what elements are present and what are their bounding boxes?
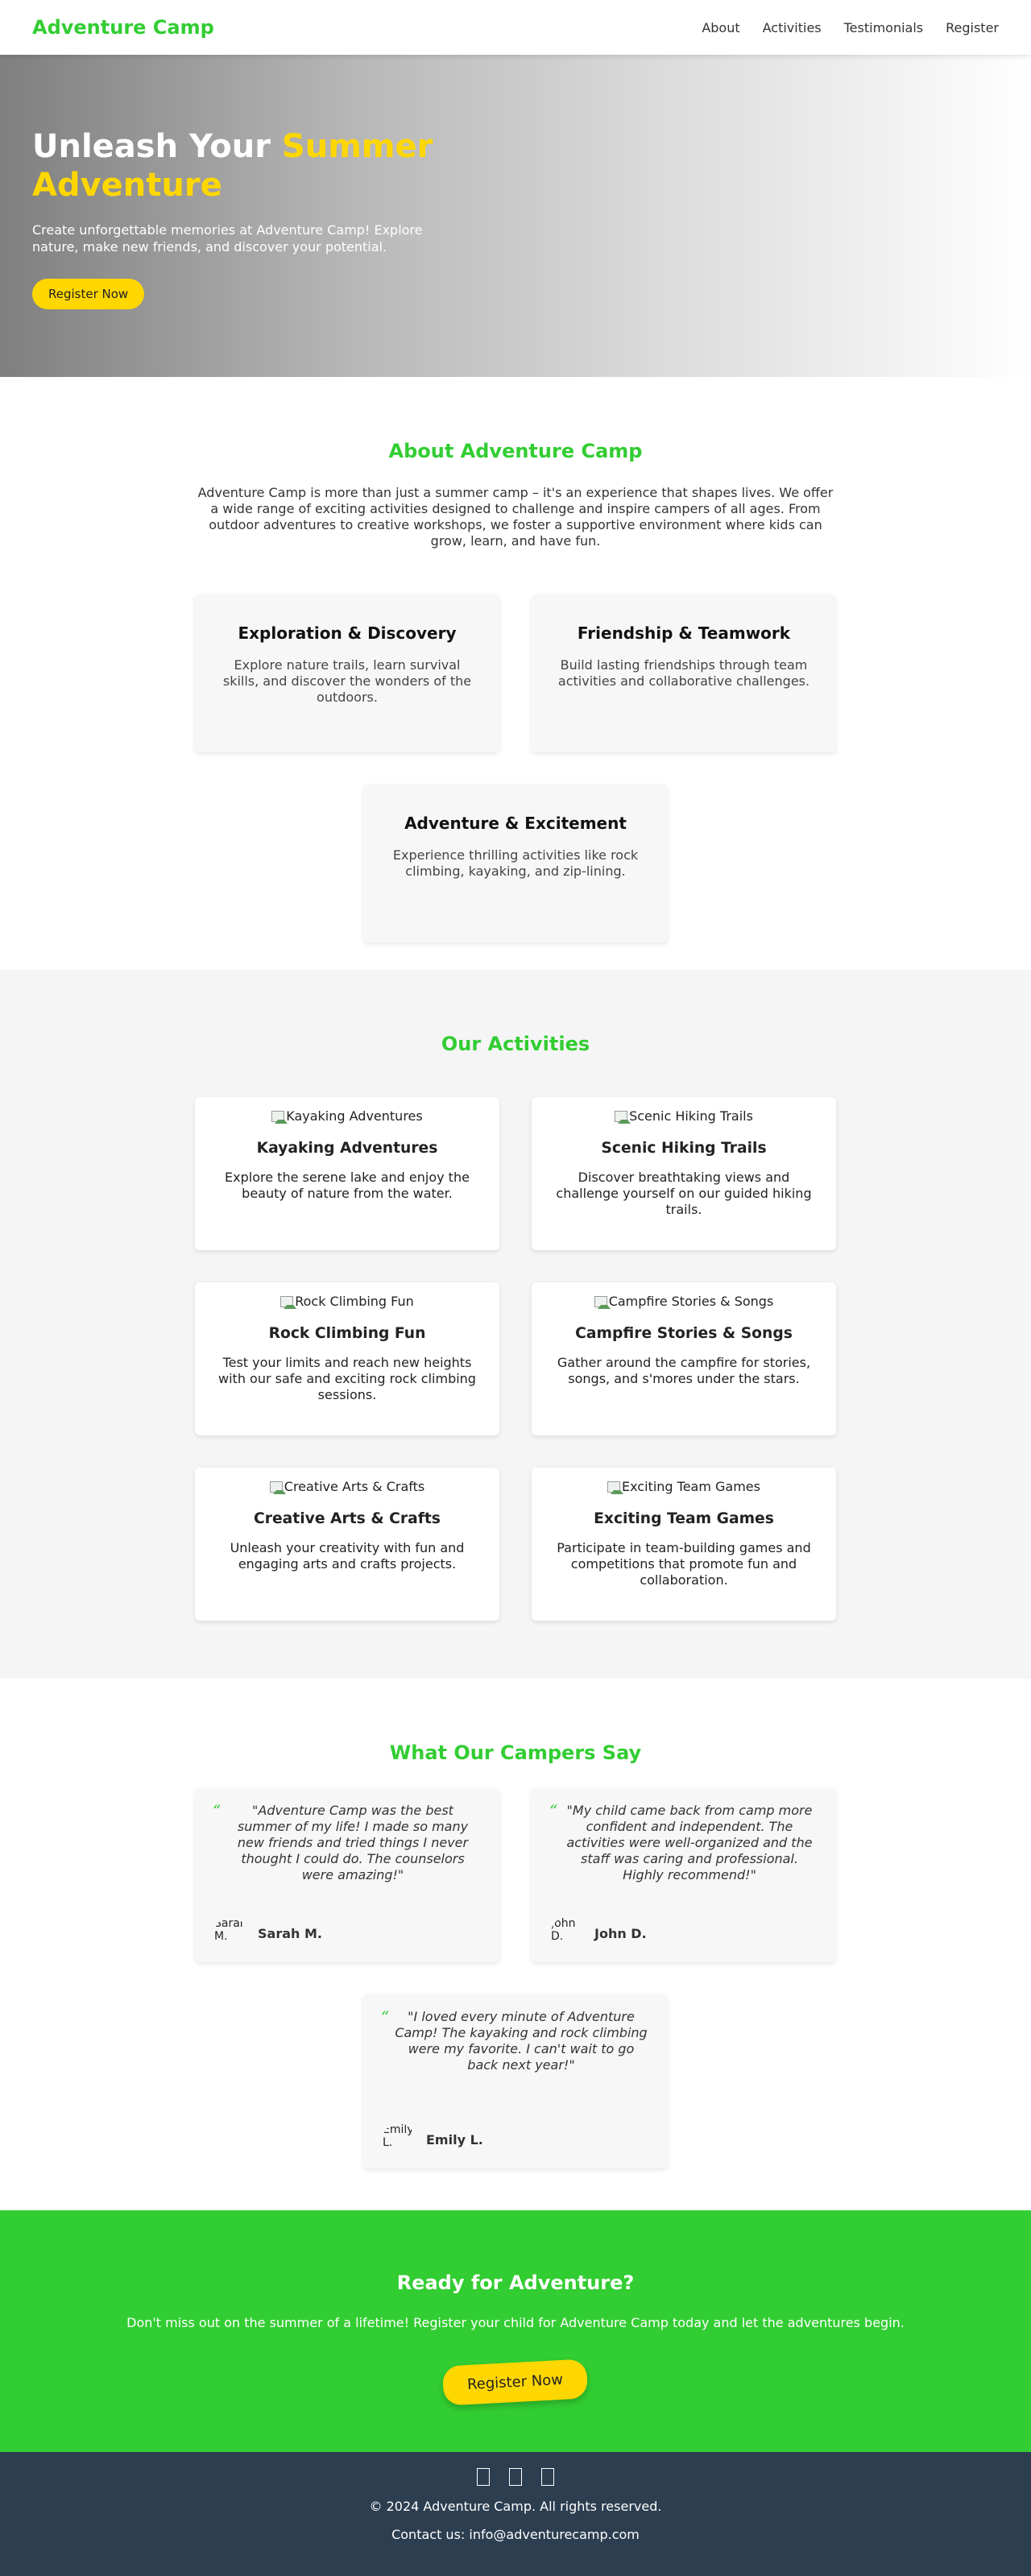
testimonial-card: “ "I loved every minute of Adventure Cam…	[363, 1994, 668, 2168]
activity-image: Creative Arts & Crafts	[269, 1479, 425, 1494]
author-name: John D.	[594, 1925, 647, 1941]
hero-title-main: Unleash Your	[32, 128, 282, 165]
activity-text: Participate in team-building games and c…	[557, 1539, 811, 1588]
avatar: Emily L.	[383, 2123, 415, 2156]
feature-grid: Exploration & Discovery Explore nature t…	[193, 594, 838, 942]
avatar-alt: Sarah M.	[214, 1917, 246, 1943]
feature-title: Adventure & Excitement	[404, 814, 627, 833]
facebook-icon[interactable]	[477, 2468, 490, 2486]
activity-card: Rock Climbing Fun Rock Climbing Fun Test…	[195, 1282, 499, 1435]
cta-title: Ready for Adventure?	[396, 2272, 635, 2294]
about-section: About Adventure Camp Adventure Camp is m…	[0, 377, 1031, 970]
quote-icon: “	[213, 1801, 222, 1820]
activity-title: Scenic Hiking Trails	[601, 1139, 767, 1157]
hero-title: Unleash Your Summer Adventure	[32, 127, 451, 205]
cta-text: Don't miss out on the summer of a lifeti…	[126, 2315, 905, 2330]
testimonial-author: Emily L. Emily L.	[383, 2123, 648, 2156]
feature-card: Exploration & Discovery Explore nature t…	[195, 594, 499, 752]
activity-card: Exciting Team Games Exciting Team Games …	[532, 1468, 836, 1621]
activity-card: Creative Arts & Crafts Creative Arts & C…	[195, 1468, 499, 1621]
feature-text: Build lasting friendships through team a…	[557, 657, 810, 689]
feature-text: Explore nature trails, learn survival sk…	[222, 657, 472, 705]
feature-card: Adventure & Excitement Experience thrill…	[363, 785, 668, 942]
nav-link-about[interactable]: About	[702, 20, 739, 35]
main-nav: About Activities Testimonials Register	[702, 20, 999, 35]
testimonial-quote: "Adventure Camp was the best summer of m…	[237, 1803, 469, 1882]
testimonial-card: “ "Adventure Camp was the best summer of…	[195, 1788, 499, 1962]
activity-image: Exciting Team Games	[607, 1479, 760, 1494]
author-name: Sarah M.	[258, 1925, 322, 1941]
activity-title: Kayaking Adventures	[256, 1139, 438, 1157]
testimonials-title: What Our Campers Say	[389, 1741, 642, 1764]
activity-image-alt: Scenic Hiking Trails	[629, 1108, 753, 1124]
quote-icon: “	[381, 2007, 390, 2027]
activity-image: Kayaking Adventures	[271, 1108, 423, 1124]
activity-text: Discover breathtaking views and challeng…	[556, 1169, 812, 1217]
testimonial-quote: "My child came back from camp more confi…	[566, 1803, 813, 1882]
avatar-alt: John D.	[551, 1917, 576, 1943]
twitter-icon[interactable]	[509, 2468, 522, 2486]
activity-image-alt: Exciting Team Games	[622, 1479, 760, 1494]
about-intro: Adventure Camp is more than just a summe…	[197, 485, 834, 549]
instagram-icon[interactable]	[541, 2468, 554, 2486]
avatar-alt: Emily L.	[383, 2123, 414, 2149]
activity-title: Campfire Stories & Songs	[575, 1324, 793, 1342]
testimonial-author: Sarah M. Sarah M.	[214, 1917, 480, 1949]
broken-image-icon	[615, 1110, 631, 1124]
cta-register-button[interactable]: Register Now	[442, 2359, 589, 2406]
activity-title: Rock Climbing Fun	[268, 1324, 426, 1342]
broken-image-icon	[607, 1481, 623, 1494]
testimonial-grid: “ "Adventure Camp was the best summer of…	[193, 1788, 838, 2168]
activity-text: Unleash your creativity with fun and eng…	[230, 1539, 465, 1572]
site-logo[interactable]: Adventure Camp	[32, 16, 214, 39]
avatar: Sarah M.	[214, 1917, 246, 1949]
activity-image-alt: Kayaking Adventures	[286, 1108, 423, 1124]
broken-image-icon	[269, 1481, 286, 1494]
activity-grid: Kayaking Adventures Kayaking Adventures …	[193, 1097, 838, 1621]
feature-title: Exploration & Discovery	[238, 623, 457, 643]
activity-image: Scenic Hiking Trails	[615, 1108, 753, 1124]
activity-image-alt: Creative Arts & Crafts	[284, 1479, 425, 1494]
testimonial-card: “ "My child came back from camp more con…	[532, 1788, 836, 1962]
hero-section: Unleash Your Summer Adventure Create unf…	[0, 55, 1031, 377]
avatar: John D.	[551, 1917, 583, 1949]
broken-image-icon	[271, 1110, 288, 1124]
feature-text: Experience thrilling activities like roc…	[392, 847, 639, 879]
activity-card: Scenic Hiking Trails Scenic Hiking Trail…	[532, 1097, 836, 1250]
hero-subtitle: Create unforgettable memories at Adventu…	[32, 222, 423, 255]
about-title: About Adventure Camp	[388, 440, 643, 462]
feature-title: Friendship & Teamwork	[577, 623, 791, 643]
quote-icon: “	[549, 1801, 558, 1820]
testimonial-quote: "I loved every minute of Adventure Camp!…	[395, 2009, 648, 2073]
nav-link-testimonials[interactable]: Testimonials	[844, 20, 924, 35]
footer-contact[interactable]: Contact us: info@adventurecamp.com	[0, 2527, 1031, 2542]
activities-section: Our Activities Kayaking Adventures Kayak…	[0, 970, 1031, 1679]
activity-title: Creative Arts & Crafts	[254, 1510, 441, 1527]
activities-title: Our Activities	[441, 1033, 590, 1055]
nav-link-activities[interactable]: Activities	[763, 20, 822, 35]
activity-text: Gather around the campfire for stories, …	[557, 1354, 811, 1386]
activity-text: Test your limits and reach new heights w…	[218, 1354, 476, 1402]
site-footer: © 2024 Adventure Camp. All rights reserv…	[0, 2452, 1031, 2576]
activity-image: Rock Climbing Fun	[280, 1294, 414, 1309]
activity-image-alt: Campfire Stories & Songs	[608, 1294, 774, 1309]
activity-card: Kayaking Adventures Kayaking Adventures …	[195, 1097, 499, 1250]
feature-card: Friendship & Teamwork Build lasting frie…	[532, 594, 836, 752]
activity-text: Explore the serene lake and enjoy the be…	[225, 1169, 470, 1201]
testimonial-author: John D. John D.	[551, 1917, 817, 1949]
activity-image: Campfire Stories & Songs	[594, 1294, 774, 1309]
cta-section: Ready for Adventure? Don't miss out on t…	[0, 2210, 1031, 2452]
footer-copyright: © 2024 Adventure Camp. All rights reserv…	[369, 2499, 662, 2514]
broken-image-icon	[280, 1295, 297, 1309]
testimonials-section: What Our Campers Say “ "Adventure Camp w…	[0, 1679, 1031, 2210]
broken-image-icon	[594, 1295, 611, 1309]
social-links	[0, 2468, 1031, 2486]
site-header: Adventure Camp About Activities Testimon…	[0, 0, 1031, 55]
hero-register-button[interactable]: Register Now	[32, 278, 145, 309]
nav-link-register[interactable]: Register	[946, 20, 999, 35]
author-name: Emily L.	[426, 2131, 483, 2147]
activity-image-alt: Rock Climbing Fun	[295, 1294, 414, 1309]
activity-title: Exciting Team Games	[594, 1510, 774, 1527]
activity-card: Campfire Stories & Songs Campfire Storie…	[532, 1282, 836, 1435]
